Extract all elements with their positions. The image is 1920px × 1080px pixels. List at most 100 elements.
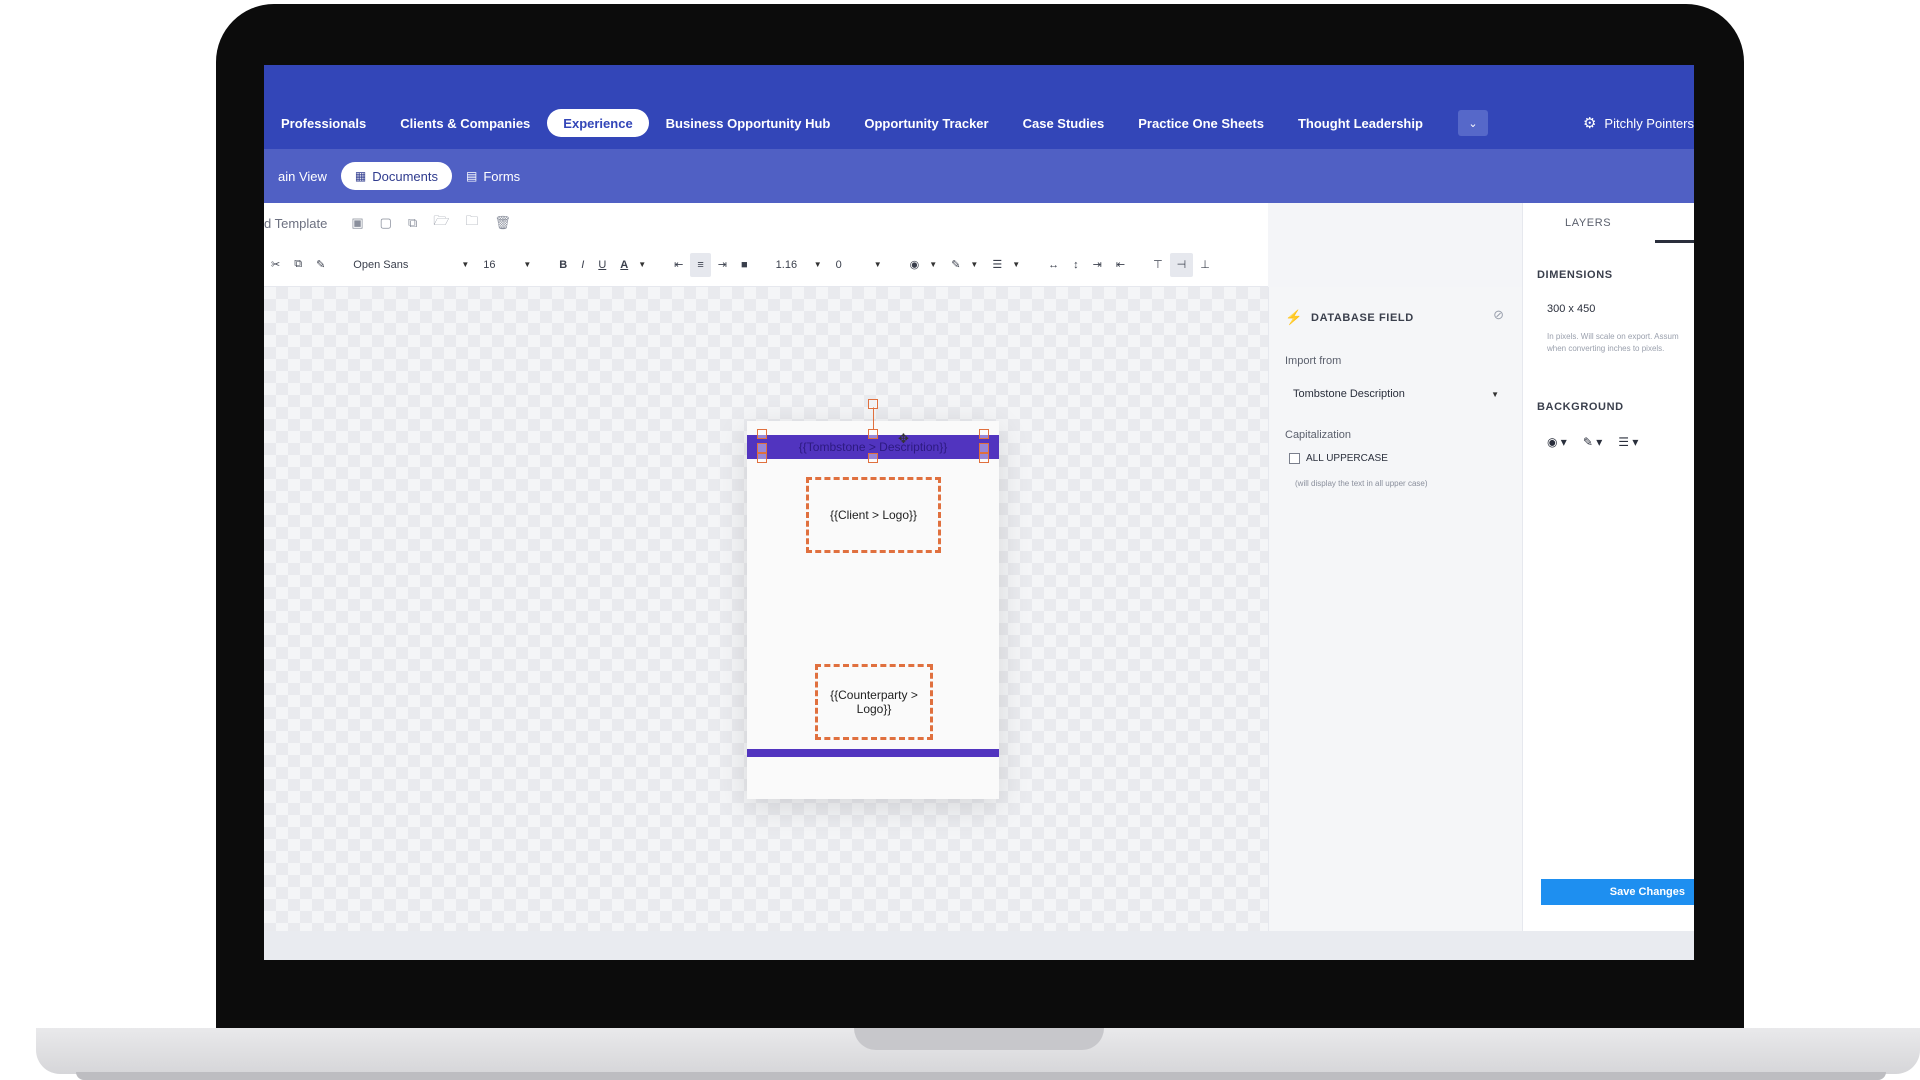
select-icon[interactable]: ▢ bbox=[380, 215, 392, 231]
image-icon[interactable]: ▣ bbox=[351, 215, 363, 231]
nav-item-thought-leadership[interactable]: Thought Leadership bbox=[1281, 109, 1440, 137]
dimensions-heading: DIMENSIONS bbox=[1537, 269, 1613, 281]
copy-icon[interactable]: ⧉ bbox=[287, 258, 309, 271]
nav-item-clients-companies[interactable]: Clients & Companies bbox=[383, 109, 547, 137]
laptop-foot bbox=[76, 1072, 1886, 1080]
align-right-icon[interactable]: ⇥ bbox=[711, 258, 734, 271]
scissors-icon[interactable]: ✂ bbox=[264, 258, 287, 271]
nav-item-business-opportunity-hub[interactable]: Business Opportunity Hub bbox=[649, 109, 848, 137]
main-nav: Professionals Clients & Companies Experi… bbox=[264, 108, 1488, 138]
align-left-icon[interactable]: ⇤ bbox=[667, 258, 690, 271]
caret-down-icon: ▼ bbox=[461, 260, 470, 269]
all-uppercase-checkbox[interactable] bbox=[1289, 453, 1300, 464]
account-name: Pitchly Pointers bbox=[1604, 115, 1694, 131]
font-size-value: 16 bbox=[483, 258, 496, 271]
tab-underline bbox=[1655, 240, 1694, 243]
rotate-handle[interactable] bbox=[868, 399, 878, 409]
counterparty-logo-placeholder[interactable]: {{Counterparty > Logo}} bbox=[815, 664, 933, 740]
client-logo-placeholder[interactable]: {{Client > Logo}} bbox=[806, 477, 941, 553]
account-menu[interactable]: ⚙ Pitchly Pointers bbox=[1583, 108, 1694, 138]
line-height-select[interactable]: 1.16 ▼ bbox=[769, 259, 829, 271]
paint-bucket-icon: ◉ bbox=[909, 259, 920, 271]
align-center-icon[interactable]: ≡ bbox=[690, 252, 711, 277]
border-style-button[interactable]: ☰ ▼ bbox=[985, 258, 1027, 271]
inspector-title: DATABASE FIELD bbox=[1311, 311, 1414, 324]
visibility-off-icon[interactable]: ⊘ bbox=[1493, 307, 1504, 323]
paint-bucket-icon[interactable]: ◉ ▾ bbox=[1547, 435, 1567, 449]
caret-down-icon: ▼ bbox=[523, 260, 532, 269]
right-panel: LAYERS DIMENSIONS 300 x 450 In pixels. W… bbox=[1522, 203, 1694, 931]
counterparty-logo-text: {{Counterparty > Logo}} bbox=[830, 688, 918, 716]
nav-item-case-studies[interactable]: Case Studies bbox=[1006, 109, 1122, 137]
chevron-down-icon: ⌄ bbox=[1468, 117, 1478, 130]
resize-handle-top-right[interactable] bbox=[979, 429, 989, 439]
trash-icon[interactable]: 🗑 bbox=[494, 215, 511, 231]
resize-handle-left[interactable] bbox=[757, 443, 767, 453]
app-screen: Professionals Clients & Companies Experi… bbox=[264, 65, 1694, 960]
capitalization-label: Capitalization bbox=[1285, 429, 1352, 441]
font-size-select[interactable]: 16 ▼ bbox=[476, 259, 538, 271]
gear-icon: ⚙ bbox=[1582, 115, 1597, 132]
align-top-icon[interactable]: ⊤ bbox=[1146, 258, 1170, 271]
distribute-vertical-icon[interactable]: ↕ bbox=[1066, 259, 1086, 271]
subnav-label: Forms bbox=[483, 168, 521, 184]
distribute-horizontal-icon[interactable]: ↔ bbox=[1041, 259, 1066, 271]
bold-button[interactable]: B bbox=[552, 259, 574, 271]
subnav-main-view[interactable]: ain View bbox=[264, 162, 341, 190]
folder-icon[interactable]: 🗀 bbox=[465, 212, 478, 234]
duplicate-icon[interactable]: ⧉ bbox=[408, 215, 417, 231]
tab-layers-label: LAYERS bbox=[1565, 217, 1612, 229]
bottom-band bbox=[747, 749, 999, 757]
nav-item-practice-one-sheets[interactable]: Practice One Sheets bbox=[1121, 109, 1281, 137]
letter-spacing-select[interactable]: 0 ▼ bbox=[829, 259, 889, 271]
screen-footer bbox=[264, 931, 1694, 960]
all-uppercase-row[interactable]: ALL UPPERCASE bbox=[1289, 453, 1388, 464]
underline-button[interactable]: U bbox=[591, 259, 613, 271]
resize-handle-bottom-right[interactable] bbox=[979, 453, 989, 463]
nav-item-opportunity-tracker[interactable]: Opportunity Tracker bbox=[847, 109, 1005, 137]
font-color-button[interactable]: A ▼ bbox=[613, 259, 653, 271]
inspector-header: ⚡ DATABASE FIELD bbox=[1285, 309, 1414, 326]
align-middle-icon[interactable]: ⊣ bbox=[1169, 252, 1194, 277]
import-from-value: Tombstone Description bbox=[1293, 388, 1405, 400]
resize-handle-bottom-left[interactable] bbox=[757, 453, 767, 463]
stroke-color-button[interactable]: ✎ ▼ bbox=[944, 258, 985, 271]
fill-color-button[interactable]: ◉ ▼ bbox=[903, 258, 945, 271]
import-from-select[interactable]: Tombstone Description ▼ bbox=[1285, 381, 1507, 407]
subnav-forms[interactable]: ▤ Forms bbox=[452, 162, 534, 190]
pen-icon: ✎ bbox=[951, 259, 961, 271]
subnav-label: ain View bbox=[278, 168, 327, 184]
document-artboard[interactable]: {{Tombstone > Description}} {{Client > L… bbox=[747, 399, 999, 799]
caret-down-icon: ▼ bbox=[1491, 389, 1499, 399]
indent-increase-icon[interactable]: ⇥ bbox=[1086, 258, 1109, 271]
resize-handle-bottom[interactable] bbox=[868, 453, 878, 463]
resize-handle-top-left[interactable] bbox=[757, 429, 767, 439]
align-justify-icon[interactable]: ■ bbox=[734, 259, 755, 271]
resize-handle-right[interactable] bbox=[979, 443, 989, 453]
nav-more-button[interactable]: ⌄ bbox=[1457, 110, 1488, 136]
lines-icon[interactable]: ☰ ▾ bbox=[1618, 435, 1638, 449]
subnav-documents[interactable]: ▦ Documents bbox=[340, 162, 452, 190]
save-changes-button[interactable]: Save Changes bbox=[1541, 879, 1694, 905]
resize-handle-top[interactable] bbox=[868, 429, 878, 439]
font-family-select[interactable]: Open Sans ▼ bbox=[346, 259, 476, 271]
align-bottom-icon[interactable]: ⊥ bbox=[1193, 258, 1217, 271]
template-title[interactable]: d Template bbox=[264, 216, 327, 231]
italic-button[interactable]: I bbox=[574, 259, 591, 271]
dimensions-hint: In pixels. Will scale on export. Assum w… bbox=[1547, 332, 1679, 353]
folder-add-icon[interactable]: 🗁 bbox=[433, 212, 449, 234]
lightning-icon: ⚡ bbox=[1285, 309, 1304, 325]
format-painter-icon[interactable]: ✎ bbox=[309, 258, 332, 271]
caret-down-icon: ▼ bbox=[873, 260, 882, 269]
field-inspector: ⚡ DATABASE FIELD ⊘ Import from Tombstone… bbox=[1268, 287, 1522, 931]
caret-down-icon: ▼ bbox=[970, 260, 979, 269]
indent-decrease-icon[interactable]: ⇤ bbox=[1109, 258, 1132, 271]
caret-down-icon: ▼ bbox=[638, 260, 647, 269]
dimensions-value[interactable]: 300 x 450 bbox=[1547, 303, 1595, 315]
caret-down-icon: ▼ bbox=[929, 260, 938, 269]
nav-item-professionals[interactable]: Professionals bbox=[264, 109, 383, 137]
nav-item-experience[interactable]: Experience bbox=[547, 109, 649, 137]
import-from-label: Import from bbox=[1285, 355, 1342, 367]
tab-layers[interactable]: LAYERS bbox=[1523, 203, 1694, 243]
pen-icon[interactable]: ✎ ▾ bbox=[1583, 435, 1602, 449]
